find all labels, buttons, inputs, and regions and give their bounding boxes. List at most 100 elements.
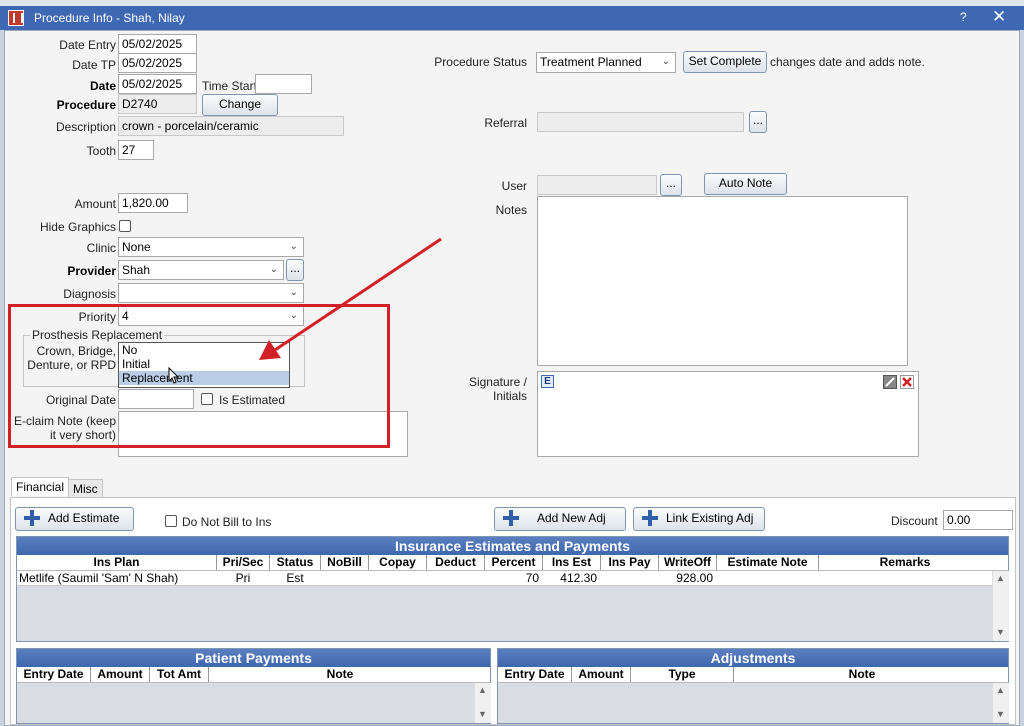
annotation-arrow-icon bbox=[259, 237, 442, 360]
do-not-bill-checkbox[interactable] bbox=[165, 515, 177, 527]
user-picker-button[interactable]: ... bbox=[660, 174, 682, 196]
hide-graphics-checkbox[interactable] bbox=[119, 220, 131, 232]
plus-icon bbox=[24, 510, 40, 526]
adjustments-grid: Adjustments Entry Date Amount Type Note … bbox=[497, 648, 1009, 724]
scroll-down-icon[interactable]: ▼ bbox=[996, 627, 1005, 637]
tab-misc[interactable]: Misc bbox=[68, 479, 103, 498]
app-icon bbox=[8, 10, 24, 26]
referral-picker-button[interactable]: ... bbox=[749, 111, 767, 133]
diagnosis-label: Diagnosis bbox=[63, 287, 116, 301]
discount-field[interactable]: 0.00 bbox=[943, 510, 1013, 530]
add-estimate-label: Add Estimate bbox=[48, 511, 120, 525]
cell-writeoff: 928.00 bbox=[676, 571, 713, 585]
referral-field bbox=[537, 112, 744, 132]
set-complete-button[interactable]: Set Complete bbox=[683, 51, 767, 73]
date-tp-label: Date TP bbox=[72, 58, 116, 72]
cell-pri-sec: Pri bbox=[235, 571, 251, 585]
col-remarks[interactable]: Remarks bbox=[819, 555, 991, 570]
notes-textarea[interactable] bbox=[537, 196, 908, 366]
discount-label: Discount bbox=[891, 514, 938, 528]
col-ins-plan[interactable]: Ins Plan bbox=[17, 555, 217, 570]
auto-note-button[interactable]: Auto Note bbox=[704, 173, 787, 195]
scroll-up-icon[interactable]: ▲ bbox=[478, 685, 487, 695]
tooth-field[interactable]: 27 bbox=[118, 140, 154, 160]
insurance-grid-header: Ins Plan Pri/Sec Status NoBill Copay Ded… bbox=[17, 555, 1008, 571]
close-icon[interactable]: ✕ bbox=[992, 7, 1006, 27]
provider-label: Provider bbox=[67, 264, 116, 278]
change-button[interactable]: Change bbox=[202, 94, 278, 116]
patient-payments-header: Entry Date Amount Tot Amt Note bbox=[17, 667, 490, 683]
date-entry-field[interactable]: 05/02/2025 bbox=[118, 34, 197, 54]
insurance-grid: Insurance Estimates and Payments Ins Pla… bbox=[16, 536, 1009, 642]
signature-pen-icon[interactable] bbox=[883, 375, 897, 389]
col-status[interactable]: Status bbox=[270, 555, 321, 570]
col-estimate-note[interactable]: Estimate Note bbox=[717, 555, 819, 570]
add-new-adj-label: Add New Adj bbox=[537, 511, 606, 525]
col-copay[interactable]: Copay bbox=[369, 555, 427, 570]
plus-icon bbox=[503, 510, 519, 526]
signature-label-line2: Initials bbox=[492, 389, 527, 403]
col-note[interactable]: Note bbox=[734, 667, 990, 682]
time-start-label: Time Start bbox=[202, 79, 257, 93]
tooth-label: Tooth bbox=[86, 144, 116, 158]
tab-financial[interactable]: Financial bbox=[11, 477, 70, 496]
col-entry-date[interactable]: Entry Date bbox=[498, 667, 572, 682]
time-start-field[interactable] bbox=[255, 74, 312, 94]
financial-tab-panel: Add Estimate Do Not Bill to Ins Add New … bbox=[10, 497, 1016, 725]
patient-payments-title: Patient Payments bbox=[17, 649, 490, 667]
col-note[interactable]: Note bbox=[209, 667, 471, 682]
col-writeoff[interactable]: WriteOff bbox=[659, 555, 717, 570]
date-tp-field[interactable]: 05/02/2025 bbox=[118, 53, 197, 73]
referral-label: Referral bbox=[484, 116, 527, 130]
table-row[interactable]: Metlife (Saumil 'Sam' N Shah) Pri Est 70… bbox=[17, 571, 992, 586]
description-field: crown - porcelain/ceramic bbox=[118, 116, 344, 136]
col-ins-pay[interactable]: Ins Pay bbox=[601, 555, 659, 570]
patient-payments-scrollbar[interactable]: ▲ ▼ bbox=[474, 683, 491, 723]
patient-payments-grid: Patient Payments Entry Date Amount Tot A… bbox=[16, 648, 491, 724]
date-label: Date bbox=[89, 79, 116, 93]
user-label: User bbox=[501, 179, 527, 193]
add-estimate-button[interactable]: Add Estimate bbox=[15, 507, 134, 531]
add-new-adj-button[interactable]: Add New Adj bbox=[494, 507, 626, 531]
scroll-up-icon[interactable]: ▲ bbox=[996, 685, 1005, 695]
date-field[interactable]: 05/02/2025 bbox=[118, 74, 197, 94]
scroll-down-icon[interactable]: ▼ bbox=[996, 709, 1005, 719]
cell-ins-plan: Metlife (Saumil 'Sam' N Shah) bbox=[19, 571, 179, 585]
cell-percent: 70 bbox=[525, 571, 539, 585]
scroll-down-icon[interactable]: ▼ bbox=[478, 709, 487, 719]
adjustments-header: Entry Date Amount Type Note bbox=[498, 667, 1008, 683]
scroll-up-icon[interactable]: ▲ bbox=[996, 573, 1005, 583]
amount-field[interactable]: 1,820.00 bbox=[118, 193, 188, 213]
signature-box[interactable]: E bbox=[537, 371, 919, 457]
signature-edit-icon[interactable]: E bbox=[541, 375, 554, 388]
link-existing-adj-button[interactable]: Link Existing Adj bbox=[633, 507, 765, 531]
adjustments-title: Adjustments bbox=[498, 649, 1008, 667]
date-entry-label: Date Entry bbox=[59, 38, 116, 52]
help-button[interactable]: ? bbox=[960, 10, 967, 24]
adjustments-scrollbar[interactable]: ▲ ▼ bbox=[992, 683, 1009, 723]
signature-clear-icon[interactable] bbox=[900, 375, 914, 389]
col-percent[interactable]: Percent bbox=[485, 555, 543, 570]
notes-label: Notes bbox=[495, 203, 527, 217]
set-complete-note: changes date and adds note. bbox=[770, 55, 925, 69]
insurance-grid-title: Insurance Estimates and Payments bbox=[17, 537, 1008, 555]
cell-ins-est: 412.30 bbox=[560, 571, 597, 585]
col-tot-amt[interactable]: Tot Amt bbox=[150, 667, 209, 682]
col-amount[interactable]: Amount bbox=[91, 667, 150, 682]
col-nobill[interactable]: NoBill bbox=[321, 555, 369, 570]
col-entry-date[interactable]: Entry Date bbox=[17, 667, 91, 682]
procedure-code-field: D2740 bbox=[118, 94, 197, 114]
col-ins-est[interactable]: Ins Est bbox=[543, 555, 601, 570]
cell-status: Est bbox=[286, 571, 304, 585]
insurance-grid-scrollbar[interactable]: ▲ ▼ bbox=[992, 571, 1009, 641]
col-pri-sec[interactable]: Pri/Sec bbox=[217, 555, 270, 570]
title-bar: Procedure Info - Shah, Nilay ? ✕ bbox=[0, 6, 1024, 30]
col-type[interactable]: Type bbox=[631, 667, 734, 682]
chevron-down-icon: ⌄ bbox=[661, 56, 670, 67]
procedure-status-select[interactable]: Treatment Planned ⌄ bbox=[536, 52, 676, 73]
col-amount[interactable]: Amount bbox=[572, 667, 631, 682]
plus-icon bbox=[642, 510, 658, 526]
col-deduct[interactable]: Deduct bbox=[427, 555, 485, 570]
user-field bbox=[537, 175, 657, 195]
procedure-status-label: Procedure Status bbox=[434, 55, 527, 69]
